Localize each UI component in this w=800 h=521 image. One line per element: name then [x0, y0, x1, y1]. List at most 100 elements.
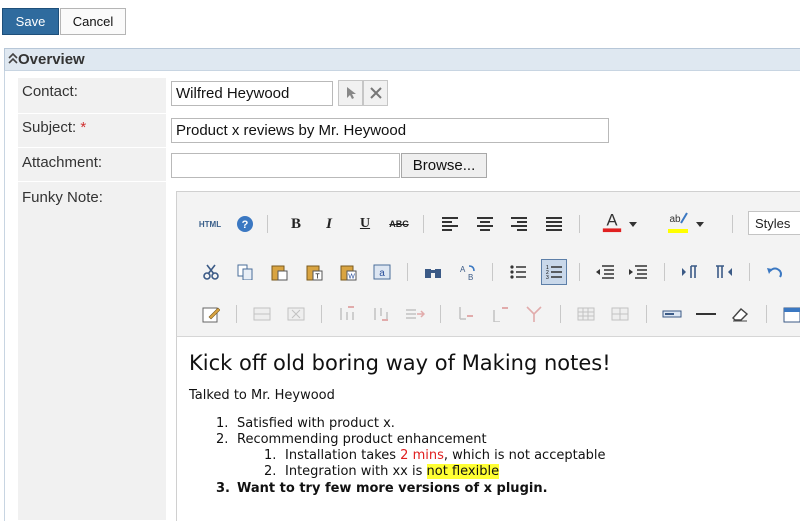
justify-button[interactable]	[543, 213, 565, 235]
insert-column-after-button[interactable]	[370, 303, 392, 325]
table-properties-button[interactable]	[575, 303, 597, 325]
rtl-button[interactable]	[713, 261, 735, 283]
numbered-list-button[interactable]: 123	[541, 259, 567, 285]
cut-button[interactable]	[200, 261, 222, 283]
required-marker: *	[80, 119, 87, 136]
merge-icon	[526, 306, 542, 322]
delete-column-button[interactable]	[404, 303, 426, 325]
sublist-item-text: , which is not acceptable	[443, 448, 606, 463]
cell-insert-icon	[459, 307, 473, 320]
clear-contact-button[interactable]	[363, 80, 388, 106]
italic-button[interactable]: I	[318, 213, 340, 235]
font-color-icon: A	[602, 212, 622, 233]
paste-icon	[271, 265, 288, 281]
toolbar-separator	[321, 305, 322, 323]
insert-column-before-button[interactable]	[336, 303, 358, 325]
paste-button[interactable]	[268, 261, 290, 283]
browse-button[interactable]: Browse...	[401, 153, 487, 178]
svg-text:3: 3	[546, 275, 549, 280]
html-source-button[interactable]: HTML	[197, 213, 223, 235]
pick-contact-button[interactable]	[338, 80, 363, 106]
copy-button[interactable]	[234, 261, 256, 283]
html-source-label: HTML	[198, 219, 222, 229]
paste-text-button[interactable]: T	[303, 261, 325, 283]
insert-cell-button[interactable]	[455, 303, 477, 325]
svg-text:?: ?	[242, 219, 249, 231]
horizontal-rule-button[interactable]	[695, 303, 717, 325]
table-delete-icon	[287, 307, 305, 321]
toolbar-separator	[440, 305, 441, 323]
svg-text:B: B	[468, 273, 473, 281]
svg-text:W: W	[348, 274, 355, 281]
select-all-icon: a	[373, 264, 391, 280]
toolbar-separator	[236, 305, 237, 323]
contact-input[interactable]: Wilfred Heywood	[171, 81, 333, 106]
calendar-icon	[783, 307, 800, 323]
attachment-input[interactable]	[171, 153, 400, 178]
delete-table-row-button[interactable]	[285, 303, 307, 325]
delete-cell-button[interactable]	[489, 303, 511, 325]
editor-toolbar: HTML ? B I U ABC A ab T W a AB 123	[176, 191, 800, 337]
help-button[interactable]: ?	[234, 213, 256, 235]
highlight-icon: ab	[668, 212, 688, 233]
note-heading: Kick off old boring way of Making notes!	[189, 351, 611, 375]
insert-field-button[interactable]	[661, 303, 683, 325]
paste-text-icon: T	[306, 265, 323, 281]
chevron-down-icon	[629, 221, 637, 227]
ltr-button[interactable]	[679, 261, 701, 283]
highlight-color-button[interactable]: ab	[667, 211, 689, 233]
bold-button[interactable]: B	[285, 213, 307, 235]
font-color-dropdown[interactable]	[626, 213, 640, 235]
note-intro: Talked to Mr. Heywood	[189, 388, 335, 403]
font-color-button[interactable]: A	[601, 211, 623, 233]
section-frame	[4, 71, 5, 521]
find-button[interactable]	[422, 261, 444, 283]
undo-button[interactable]	[764, 261, 786, 283]
justify-icon	[546, 217, 562, 231]
sublist-item: Integration with xx is not flexible	[285, 464, 500, 479]
overview-section-header[interactable]	[4, 48, 800, 71]
scissors-icon	[203, 264, 219, 280]
svg-text:ab: ab	[669, 214, 681, 225]
bullet-list-button[interactable]	[507, 261, 529, 283]
cell-delete-icon	[493, 307, 508, 322]
merge-cells-button[interactable]	[523, 303, 545, 325]
collapse-chevron-icon[interactable]	[8, 52, 18, 66]
svg-text:A: A	[460, 265, 466, 274]
save-button[interactable]: Save	[2, 8, 59, 35]
toolbar-separator	[407, 263, 408, 281]
paste-word-button[interactable]: W	[337, 261, 359, 283]
align-left-button[interactable]	[439, 213, 461, 235]
toolbar-separator	[267, 215, 268, 233]
insert-table-row-button[interactable]	[251, 303, 273, 325]
subject-input[interactable]: Product x reviews by Mr. Heywood	[171, 118, 609, 143]
underline-button[interactable]: U	[354, 213, 376, 235]
cancel-button[interactable]: Cancel	[60, 8, 126, 35]
align-center-button[interactable]	[474, 213, 496, 235]
cell-properties-button[interactable]	[609, 303, 631, 325]
sublist-item-text: Integration with xx is	[285, 464, 427, 479]
select-all-button[interactable]: a	[371, 261, 393, 283]
replace-button[interactable]: AB	[456, 261, 478, 283]
strikethrough-button[interactable]: ABC	[388, 213, 410, 235]
numbered-list-icon: 123	[546, 265, 562, 280]
list-number: 3.	[216, 481, 230, 496]
close-icon	[369, 87, 382, 99]
edit-form-button[interactable]	[200, 303, 222, 325]
clear-formatting-button[interactable]	[729, 303, 751, 325]
contact-label: Contact:	[22, 83, 78, 100]
toolbar-separator	[579, 215, 580, 233]
indent-button[interactable]	[627, 261, 649, 283]
highlight-color-dropdown[interactable]	[693, 213, 707, 235]
horizontal-rule-icon	[696, 313, 716, 315]
help-icon: ?	[237, 216, 253, 232]
list-number: 2.	[216, 432, 229, 447]
styles-dropdown[interactable]: Styles	[748, 211, 800, 235]
svg-text:a: a	[379, 268, 385, 279]
insert-date-button[interactable]	[781, 303, 800, 325]
note-label: Funky Note:	[22, 189, 103, 206]
replace-icon: AB	[460, 265, 475, 281]
align-right-button[interactable]	[508, 213, 530, 235]
column-before-icon	[340, 306, 354, 320]
outdent-button[interactable]	[594, 261, 616, 283]
